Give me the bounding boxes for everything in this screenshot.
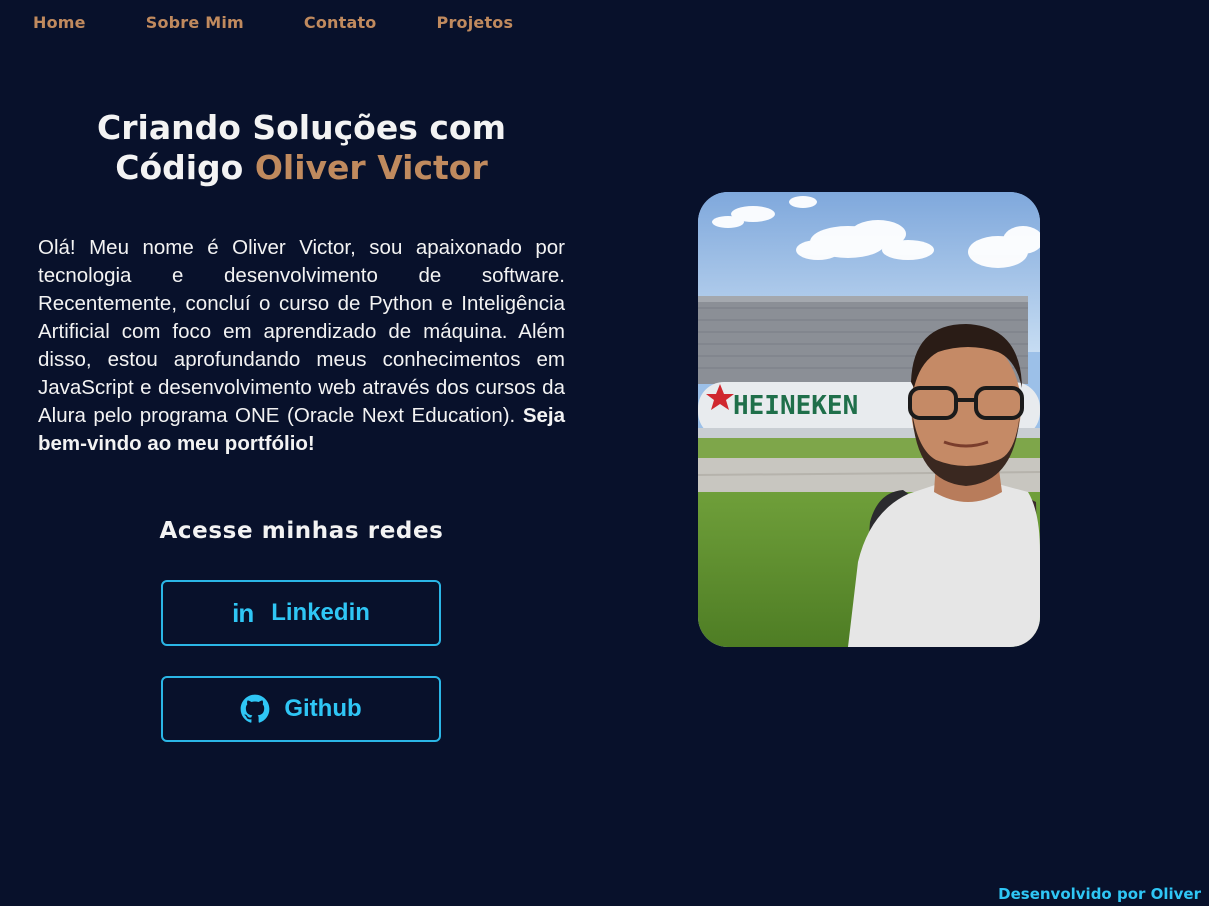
intro-paragraph: Olá! Meu nome é Oliver Victor, sou apaix… <box>38 234 565 458</box>
nav-home-link[interactable]: Home <box>33 13 86 32</box>
nav-contact-link[interactable]: Contato <box>304 13 377 32</box>
github-icon <box>240 694 270 724</box>
linkedin-label: Linkedin <box>271 599 370 626</box>
linkedin-icon: in <box>232 597 254 628</box>
profile-photo: HEINEKEN <box>698 192 1040 647</box>
nav-about-link[interactable]: Sobre Mim <box>146 13 244 32</box>
intro-text: Olá! Meu nome é Oliver Victor, sou apaix… <box>38 236 565 427</box>
hero-title: Criando Soluções com Código Oliver Victo… <box>38 108 565 188</box>
footer-credit: Desenvolvido por Oliver <box>998 885 1201 903</box>
social-title: Acesse minhas redes <box>159 518 444 544</box>
hero-title-line2: Código <box>115 148 244 187</box>
heineken-sign: HEINEKEN <box>733 391 858 421</box>
hero-name: Oliver Victor <box>254 148 488 187</box>
nav-projects-link[interactable]: Projetos <box>437 13 514 32</box>
github-label: Github <box>284 695 362 722</box>
hero-title-line1: Criando Soluções com <box>97 108 506 147</box>
github-button[interactable]: Github <box>161 676 441 742</box>
linkedin-button[interactable]: in Linkedin <box>161 580 441 646</box>
main-nav: Home Sobre Mim Contato Projetos <box>33 10 513 34</box>
